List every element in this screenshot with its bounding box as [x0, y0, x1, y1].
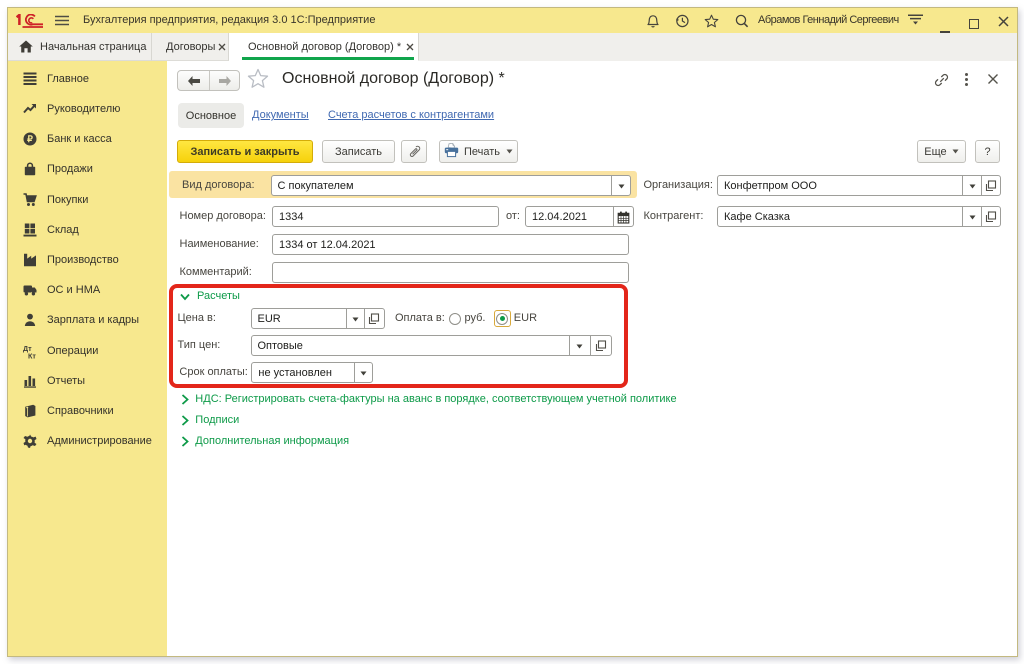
svg-text:Кт: Кт [28, 351, 36, 359]
svg-text:₽: ₽ [27, 134, 33, 144]
